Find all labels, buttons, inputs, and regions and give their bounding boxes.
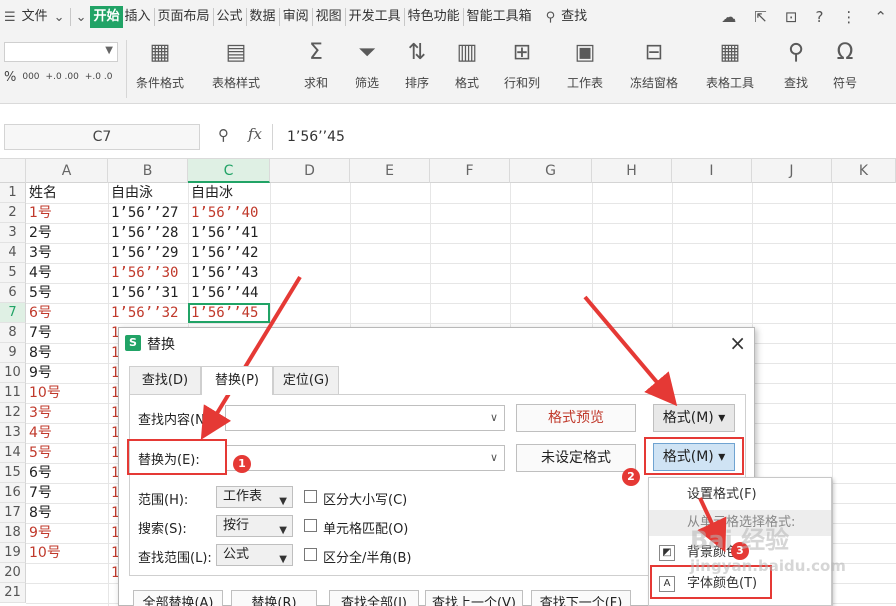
arrow-to-replace-label [200,275,302,440]
watermark-logo: Bai 经验 jingyan.baidu.com [690,526,846,575]
annotation-arrows [200,275,727,553]
arrow-to-find-format [583,295,678,407]
tab-replace[interactable]: 替换(P) [201,366,273,395]
